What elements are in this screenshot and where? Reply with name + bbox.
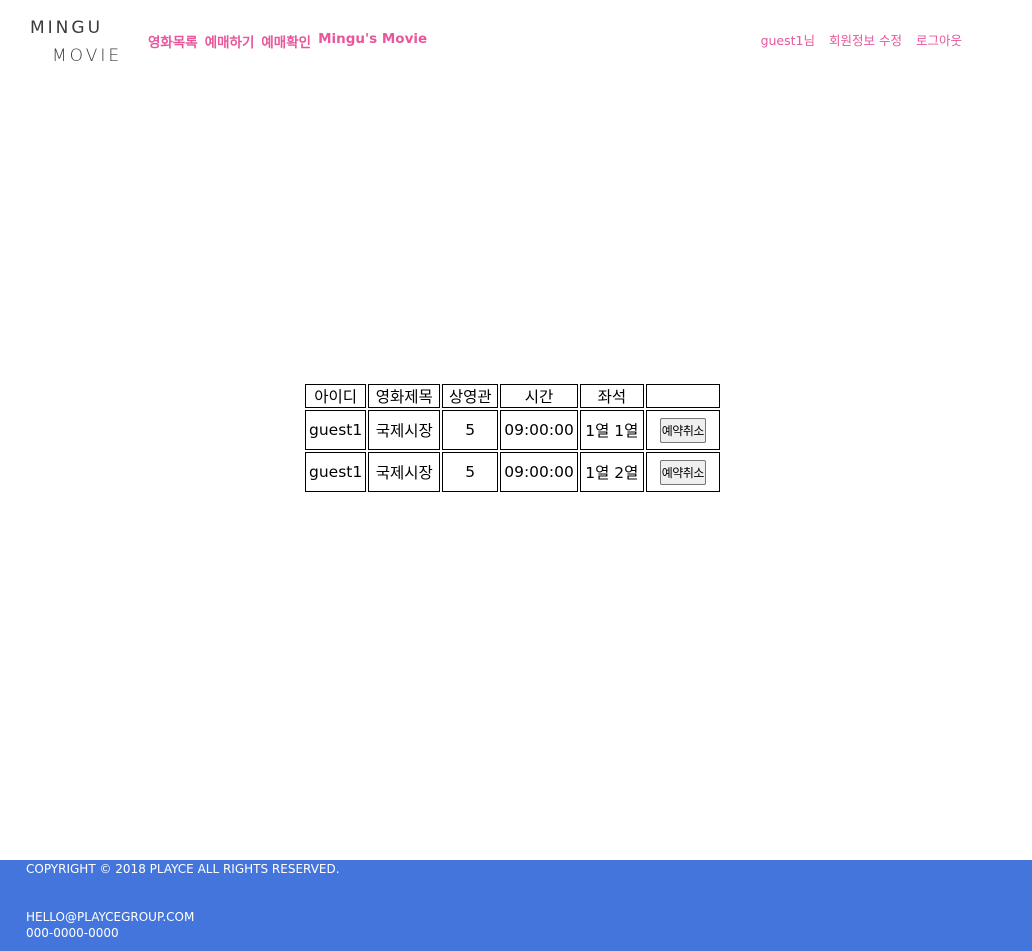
user-nav: guest1님 회원정보 수정 로그아웃 <box>761 30 962 49</box>
cell-hall: 5 <box>442 452 499 492</box>
cell-time: 09:00:00 <box>500 452 578 492</box>
cell-id: guest1 <box>305 410 367 450</box>
logout-link[interactable]: 로그아웃 <box>916 30 962 49</box>
header-hall: 상영관 <box>442 384 499 408</box>
main-nav: 영화목록 예매하기 예매확인 Mingu's Movie <box>148 31 427 51</box>
header-seat: 좌석 <box>579 384 644 408</box>
site-footer: COPYRIGHT © 2018 PLAYCE ALL RIGHTS RESER… <box>0 860 1032 951</box>
cell-title: 국제시장 <box>368 410 441 450</box>
logo-line-2: MOVIE <box>52 46 123 66</box>
site-logo[interactable]: MINGU MOVIE <box>30 18 130 70</box>
cell-action: 예약취소 <box>645 452 720 492</box>
cell-hall: 5 <box>442 410 499 450</box>
cell-id: guest1 <box>305 452 367 492</box>
footer-email[interactable]: HELLO@PLAYCEGROUP.COM <box>26 910 194 924</box>
cell-title: 국제시장 <box>368 452 441 492</box>
table-row: guest1 국제시장 5 09:00:00 1열 1열 예약취소 <box>305 410 720 450</box>
cancel-reservation-button[interactable]: 예약취소 <box>659 417 706 443</box>
table-row: guest1 국제시장 5 09:00:00 1열 2열 예약취소 <box>305 452 720 492</box>
cell-seat: 1열 2열 <box>579 452 644 492</box>
table-header-row: 아이디 영화제목 상영관 시간 좌석 <box>305 384 720 408</box>
footer-phone: 000-0000-0000 <box>26 926 119 940</box>
cell-seat: 1열 1열 <box>579 410 644 450</box>
cell-time: 09:00:00 <box>500 410 578 450</box>
nav-mingus-movie[interactable]: Mingu's Movie <box>318 31 427 51</box>
reservation-table: 아이디 영화제목 상영관 시간 좌석 guest1 국제시장 5 09:00:0… <box>303 382 722 494</box>
nav-booking[interactable]: 예매하기 <box>205 31 255 51</box>
edit-profile-link[interactable]: 회원정보 수정 <box>829 30 902 49</box>
nav-booking-check[interactable]: 예매확인 <box>261 31 311 51</box>
cell-action: 예약취소 <box>645 410 720 450</box>
header-id: 아이디 <box>305 384 367 408</box>
cancel-reservation-button[interactable]: 예약취소 <box>659 459 706 485</box>
header-action <box>645 384 720 408</box>
logo-line-1: MINGU <box>30 18 104 38</box>
footer-copyright: COPYRIGHT © 2018 PLAYCE ALL RIGHTS RESER… <box>26 862 340 876</box>
header-time: 시간 <box>500 384 578 408</box>
nav-movie-list[interactable]: 영화목록 <box>148 31 198 51</box>
header-title: 영화제목 <box>368 384 441 408</box>
user-greeting[interactable]: guest1님 <box>761 30 815 49</box>
